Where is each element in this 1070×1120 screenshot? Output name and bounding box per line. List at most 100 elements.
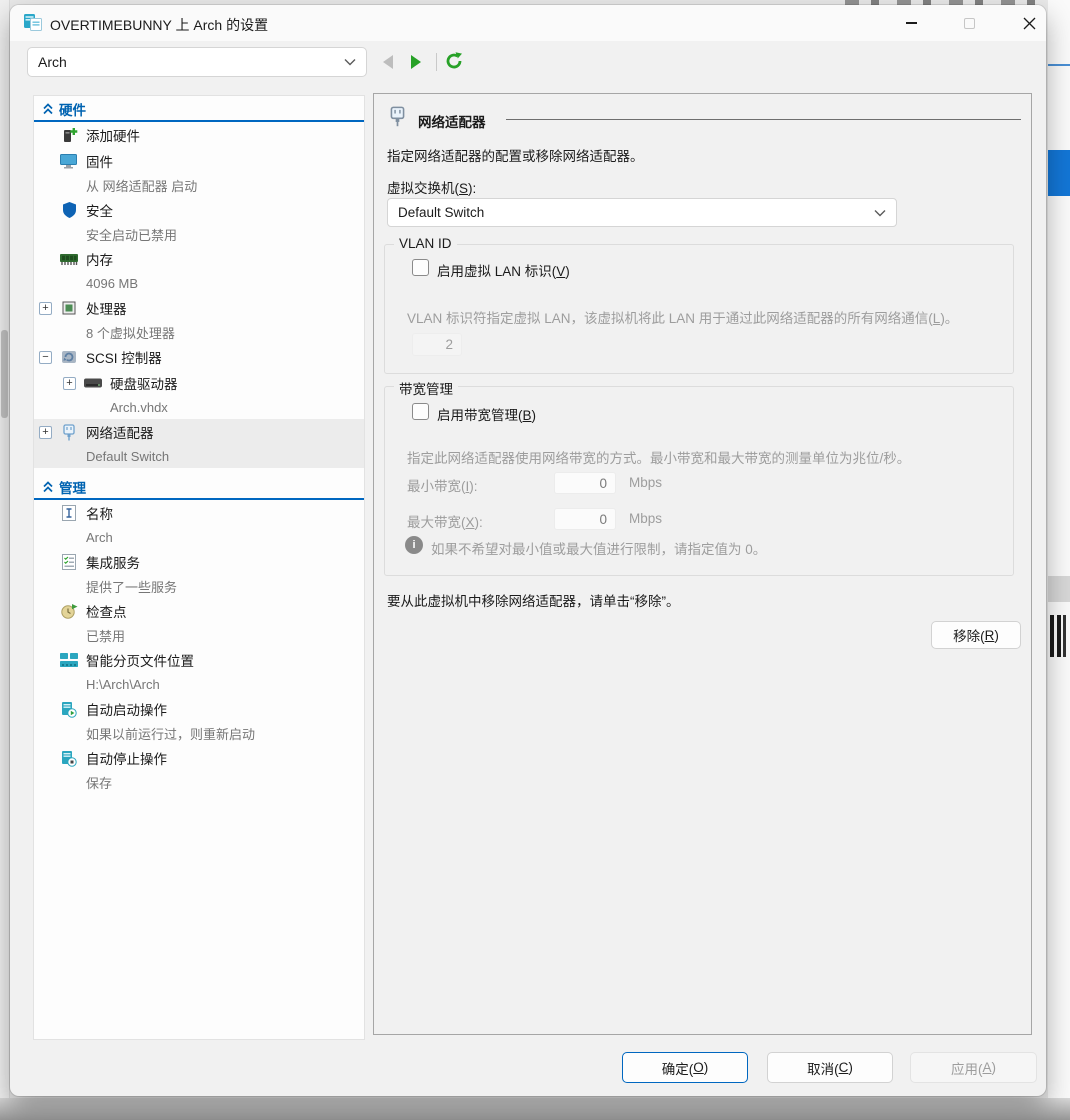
back-arrow-icon [380, 53, 396, 71]
vm-selector[interactable]: Arch [27, 47, 367, 77]
max-bandwidth-input[interactable]: 0 [554, 508, 616, 530]
auto-start-icon [60, 701, 78, 718]
virtual-switch-label: 虚拟交换机(S): [387, 177, 476, 197]
bandwidth-group: 带宽管理 启用带宽管理(B) 指定此网络适配器使用网络带宽的方式。最小带宽和最大… [384, 386, 1014, 576]
sidebar-item-label: 内存 [86, 249, 113, 269]
sidebar-item-add-hardware[interactable]: 添加硬件 [34, 122, 364, 148]
sidebar-item-sub: 从 网络适配器 启动 [34, 174, 364, 197]
sidebar-item-checkpoints[interactable]: 检查点 [34, 598, 364, 624]
sidebar-item-integration-services[interactable]: 集成服务 [34, 549, 364, 575]
sidebar-item-sub: 保存 [34, 771, 364, 794]
bandwidth-hint: 指定此网络适配器使用网络带宽的方式。最小带宽和最大带宽的测量单位为兆位/秒。 [407, 447, 1002, 467]
window-title: OVERTIMEBUNNY 上 Arch 的设置 [50, 15, 268, 35]
chevrons-up-icon [42, 103, 54, 115]
close-icon [1023, 17, 1036, 30]
enable-vlan-checkbox[interactable] [412, 259, 429, 276]
sidebar-item-security[interactable]: 安全 [34, 197, 364, 223]
chevron-down-icon [344, 58, 356, 66]
minimize-button[interactable] [888, 5, 934, 41]
scsi-controller-icon [60, 349, 78, 365]
processor-icon [60, 300, 78, 316]
background-divider-fragment [1048, 576, 1070, 602]
hyperv-settings-icon [24, 14, 43, 36]
background-text-fragment [1050, 615, 1068, 657]
sidebar-section-hardware[interactable]: 硬件 [34, 96, 364, 117]
name-icon [60, 505, 78, 521]
bandwidth-note: 如果不希望对最小值或最大值进行限制，请指定值为 0。 [431, 538, 766, 558]
network-adapter-icon [389, 106, 406, 130]
expander-icon[interactable]: + [63, 377, 76, 390]
sidebar-item-label: 安全 [86, 200, 113, 220]
enable-bandwidth-checkbox[interactable] [412, 403, 429, 420]
vlan-hint: VLAN 标识符指定虚拟 LAN，该虚拟机将此 LAN 用于通过此网络适配器的所… [407, 307, 1002, 327]
sidebar-item-label: 硬盘驱动器 [110, 373, 178, 393]
screen: OVERTIMEBUNNY 上 Arch 的设置 Arch [0, 0, 1070, 1120]
sidebar-item-sub: 提供了一些服务 [34, 575, 364, 598]
expander-icon[interactable]: + [39, 302, 52, 315]
panel-description: 指定网络适配器的配置或移除网络适配器。 [387, 145, 644, 165]
settings-window: OVERTIMEBUNNY 上 Arch 的设置 Arch [10, 5, 1046, 1096]
remove-button[interactable]: 移除(R) [931, 621, 1021, 649]
sidebar-item-sub: 8 个虚拟处理器 [34, 321, 364, 344]
maximize-button[interactable] [946, 5, 992, 41]
vlan-id-input[interactable]: 2 [412, 333, 462, 356]
titlebar[interactable]: OVERTIMEBUNNY 上 Arch 的设置 [10, 5, 1046, 41]
sidebar-item-label: 检查点 [86, 601, 127, 621]
sidebar-section-management[interactable]: 管理 [34, 474, 364, 495]
navigate-back-button[interactable] [380, 53, 396, 76]
sidebar-item-label: 名称 [86, 503, 113, 523]
cancel-button[interactable]: 取消(C) [767, 1052, 893, 1083]
auto-stop-icon [60, 750, 78, 767]
chevron-down-icon [874, 209, 886, 217]
section-label: 管理 [59, 477, 86, 497]
memory-icon [60, 253, 78, 266]
sidebar-item-sub: Arch.vhdx [34, 396, 364, 419]
sidebar-item-name[interactable]: 名称 [34, 500, 364, 526]
sidebar-item-label: 固件 [86, 151, 113, 171]
sidebar-item-label: 智能分页文件位置 [86, 650, 194, 670]
forward-arrow-icon [408, 53, 424, 71]
sidebar-item-sub: Arch [34, 526, 364, 549]
expander-icon[interactable]: − [39, 351, 52, 364]
add-hardware-icon [60, 127, 78, 144]
smart-paging-icon [60, 653, 78, 668]
sidebar-item-label: 网络适配器 [86, 422, 154, 442]
sidebar-item-sub: 4096 MB [34, 272, 364, 295]
settings-sidebar: 硬件 添加硬件 固件 从 网络适配器 启动 [33, 95, 365, 1040]
sidebar-item-network-adapter[interactable]: + 网络适配器 [34, 419, 364, 445]
checkpoints-icon [60, 603, 78, 619]
close-button[interactable] [1006, 5, 1052, 41]
minimize-icon [906, 22, 917, 24]
ok-button[interactable]: 确定(O) [622, 1052, 748, 1083]
sidebar-item-label: 自动停止操作 [86, 748, 167, 768]
expander-icon[interactable]: + [39, 426, 52, 439]
info-icon: i [405, 536, 423, 554]
sidebar-item-auto-stop[interactable]: 自动停止操作 [34, 745, 364, 771]
remove-hint: 要从此虚拟机中移除网络适配器，请单击“移除”。 [387, 590, 680, 610]
sidebar-item-smart-paging[interactable]: 智能分页文件位置 [34, 647, 364, 673]
background-taskbar-band [0, 1098, 1070, 1120]
min-bandwidth-unit: Mbps [629, 475, 662, 490]
firmware-icon [60, 154, 78, 169]
background-scrollbar[interactable] [0, 0, 10, 1120]
min-bandwidth-input[interactable]: 0 [554, 472, 616, 494]
max-bandwidth-unit: Mbps [629, 511, 662, 526]
sidebar-selection: + 网络适配器 Default Switch [34, 419, 364, 468]
sidebar-item-sub: Default Switch [34, 445, 364, 468]
navigate-forward-button[interactable] [408, 53, 424, 76]
enable-bandwidth-label: 启用带宽管理(B) [437, 404, 536, 424]
background-scrollbar-thumb[interactable] [1, 330, 8, 418]
sidebar-item-scsi-controller[interactable]: − SCSI 控制器 [34, 344, 364, 370]
refresh-button[interactable] [444, 51, 464, 76]
sidebar-item-auto-start[interactable]: 自动启动操作 [34, 696, 364, 722]
apply-button: 应用(A) [910, 1052, 1037, 1083]
sidebar-item-firmware[interactable]: 固件 [34, 148, 364, 174]
panel-title-rule [506, 119, 1021, 120]
bandwidth-group-title: 带宽管理 [394, 378, 458, 398]
sidebar-item-memory[interactable]: 内存 [34, 246, 364, 272]
sidebar-item-processor[interactable]: + 处理器 [34, 295, 364, 321]
virtual-switch-select[interactable]: Default Switch [387, 198, 897, 227]
sidebar-item-hard-drive[interactable]: + 硬盘驱动器 [34, 370, 364, 396]
shield-icon [60, 202, 78, 218]
vlan-group: VLAN ID 启用虚拟 LAN 标识(V) VLAN 标识符指定虚拟 LAN，… [384, 244, 1014, 374]
